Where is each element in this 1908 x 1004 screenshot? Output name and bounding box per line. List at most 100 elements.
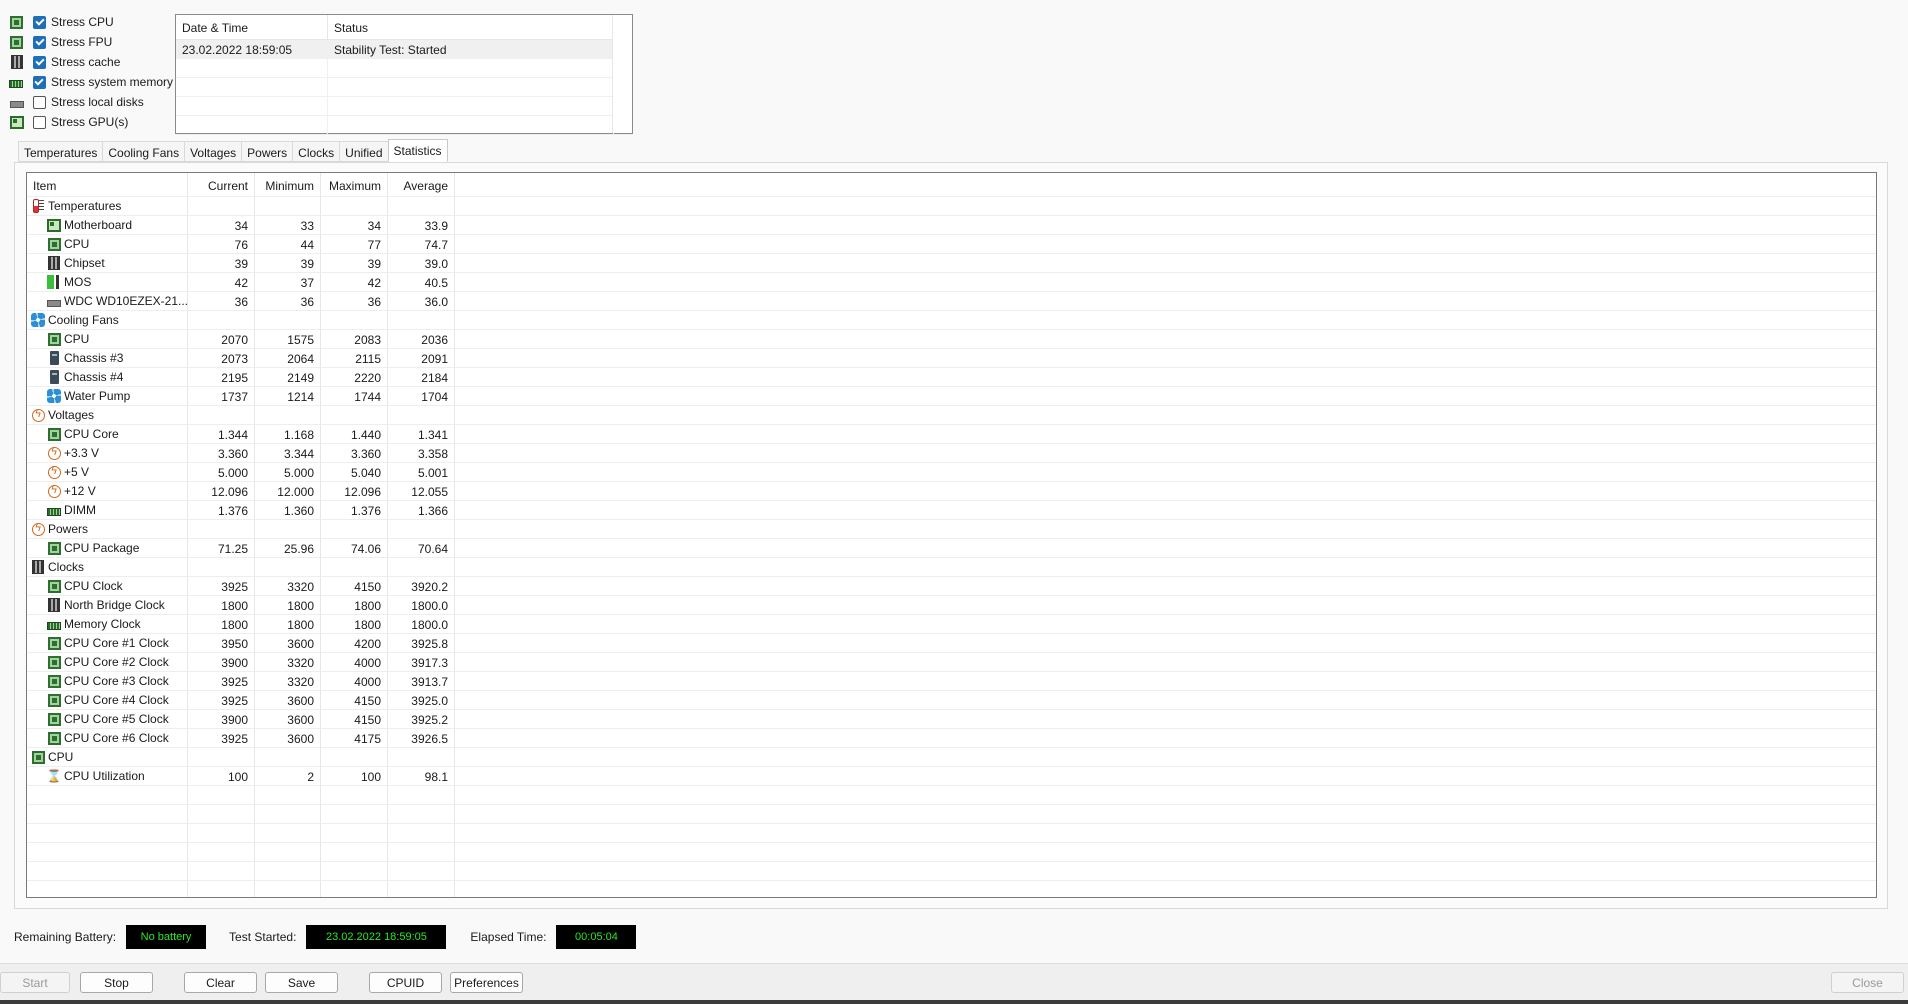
stats-item-cell: DIMM: [27, 501, 188, 519]
stats-row[interactable]: CPU Package 71.25 25.96 74.06 70.64: [27, 539, 1876, 558]
save-button[interactable]: Save: [265, 972, 338, 993]
stats-group-row[interactable]: CPU: [27, 748, 1876, 767]
header-current[interactable]: Current: [188, 173, 255, 196]
tab-voltages[interactable]: Voltages: [184, 141, 242, 162]
tab-statistics[interactable]: Statistics: [387, 139, 448, 162]
event-log: Date & Time Status 23.02.2022 18:59:05 St…: [175, 14, 633, 135]
stress-option[interactable]: Stress GPU(s): [8, 112, 173, 132]
stats-filler-cell: [455, 786, 1876, 804]
stats-row[interactable]: Memory Clock 1800 1800 1800 1800.0: [27, 615, 1876, 634]
log-row[interactable]: 23.02.2022 18:59:05 Stability Test: Start…: [176, 40, 632, 59]
stats-row[interactable]: CPU Core #4 Clock 3925 3600 4150 3925.0: [27, 691, 1876, 710]
tab-powers[interactable]: Powers: [241, 141, 293, 162]
stress-checkbox[interactable]: [33, 15, 46, 29]
stats-cur-cell: 12.096: [188, 482, 255, 500]
stats-row[interactable]: CPU 76 44 77 74.7: [27, 235, 1876, 254]
start-button[interactable]: Start: [0, 972, 70, 993]
stats-row[interactable]: CPU Core #3 Clock 3925 3320 4000 3913.7: [27, 672, 1876, 691]
cpu-icon: [47, 332, 61, 346]
stress-checkbox[interactable]: [33, 55, 46, 69]
stats-row[interactable]: Chipset 39 39 39 39.0: [27, 254, 1876, 273]
stats-group-row[interactable]: Powers: [27, 520, 1876, 539]
stats-min-cell: [255, 558, 321, 576]
stress-checkbox[interactable]: [33, 95, 46, 109]
stats-row[interactable]: CPU Core #1 Clock 3950 3600 4200 3925.8: [27, 634, 1876, 653]
stats-cur-cell: [188, 843, 255, 861]
stats-cur-cell: [188, 881, 255, 897]
stats-group-row[interactable]: Temperatures: [27, 197, 1876, 216]
header-minimum[interactable]: Minimum: [255, 173, 321, 196]
log-header-status[interactable]: Status: [328, 15, 614, 39]
stats-item-label: CPU Core: [64, 427, 119, 441]
stats-group-row[interactable]: Cooling Fans: [27, 311, 1876, 330]
log-row[interactable]: [176, 59, 632, 78]
stress-option[interactable]: Stress local disks: [8, 92, 173, 112]
stats-group-row[interactable]: Clocks: [27, 558, 1876, 577]
stats-max-cell: 4150: [321, 577, 388, 595]
stats-row[interactable]: Motherboard 34 33 34 33.9: [27, 216, 1876, 235]
stats-row[interactable]: ⌛ CPU Utilization 100 2 100 98.1: [27, 767, 1876, 786]
log-row[interactable]: [176, 97, 632, 116]
stats-filler-cell: [455, 368, 1876, 386]
stats-max-cell: 5.040: [321, 463, 388, 481]
stress-option[interactable]: Stress system memory: [8, 72, 173, 92]
stats-filler-cell: [455, 596, 1876, 614]
stats-cur-cell: 3900: [188, 653, 255, 671]
stats-filler-cell: [455, 577, 1876, 595]
stress-label: Stress GPU(s): [51, 115, 129, 129]
stats-row[interactable]: WDC WD10EZEX-21... 36 36 36 36.0: [27, 292, 1876, 311]
stats-row[interactable]: CPU Core #6 Clock 3925 3600 4175 3926.5: [27, 729, 1876, 748]
stress-option[interactable]: Stress CPU: [8, 12, 173, 32]
log-row[interactable]: [176, 78, 632, 97]
stats-avg-cell: [388, 786, 455, 804]
tab-cooling-fans[interactable]: Cooling Fans: [102, 141, 185, 162]
stress-checkbox[interactable]: [33, 115, 46, 129]
stress-option[interactable]: Stress FPU: [8, 32, 173, 52]
stats-cur-cell: 1800: [188, 615, 255, 633]
log-header-date[interactable]: Date & Time: [176, 15, 328, 39]
close-button[interactable]: Close: [1831, 972, 1904, 993]
stats-row[interactable]: +3.3 V3.3603.3443.3603.358: [27, 444, 1876, 463]
log-row[interactable]: [176, 116, 632, 135]
header-average[interactable]: Average: [388, 173, 455, 196]
stats-min-cell: 33: [255, 216, 321, 234]
stats-row[interactable]: Chassis #3 2073 2064 2115 2091: [27, 349, 1876, 368]
stats-row[interactable]: Chassis #4 2195 2149 2220 2184: [27, 368, 1876, 387]
cpuid-button[interactable]: CPUID: [369, 972, 442, 993]
stop-button[interactable]: Stop: [80, 972, 153, 993]
stats-item-cell: CPU: [27, 330, 188, 348]
clear-button[interactable]: Clear: [184, 972, 257, 993]
stress-checkbox[interactable]: [33, 35, 46, 49]
stats-row[interactable]: CPU Core #2 Clock 3900 3320 4000 3917.3: [27, 653, 1876, 672]
stats-min-cell: 3600: [255, 710, 321, 728]
stress-checkbox[interactable]: [32, 75, 46, 89]
tab-temperatures[interactable]: Temperatures: [18, 141, 103, 162]
tab-clocks[interactable]: Clocks: [292, 141, 340, 162]
log-scrollbar[interactable]: [612, 15, 632, 133]
cpu-icon: [47, 541, 61, 555]
stats-avg-cell: 1.341: [388, 425, 455, 443]
stats-row[interactable]: +12 V12.09612.00012.09612.055: [27, 482, 1876, 501]
stats-row[interactable]: CPU Core 1.344 1.168 1.440 1.341: [27, 425, 1876, 444]
fan-icon: [31, 313, 45, 327]
stats-filler-cell: [455, 729, 1876, 747]
stats-group-row[interactable]: Voltages: [27, 406, 1876, 425]
stats-cur-cell: [188, 311, 255, 329]
stats-row[interactable]: CPU Clock 3925 3320 4150 3920.2: [27, 577, 1876, 596]
stats-min-cell: 1.360: [255, 501, 321, 519]
stats-avg-cell: [388, 748, 455, 766]
stats-max-cell: 77: [321, 235, 388, 253]
stress-option[interactable]: Stress cache: [8, 52, 173, 72]
preferences-button[interactable]: Preferences: [450, 972, 523, 993]
stats-row[interactable]: CPU Core #5 Clock 3900 3600 4150 3925.2: [27, 710, 1876, 729]
stats-row[interactable]: MOS 42 37 42 40.5: [27, 273, 1876, 292]
header-item[interactable]: Item: [27, 173, 188, 196]
stats-row[interactable]: DIMM 1.376 1.360 1.376 1.366: [27, 501, 1876, 520]
stats-row[interactable]: Water Pump 1737 1214 1744 1704: [27, 387, 1876, 406]
stats-row[interactable]: CPU 2070 1575 2083 2036: [27, 330, 1876, 349]
header-maximum[interactable]: Maximum: [321, 173, 388, 196]
stats-row[interactable]: North Bridge Clock 1800 1800 1800 1800.0: [27, 596, 1876, 615]
tab-unified[interactable]: Unified: [339, 141, 388, 162]
stats-min-cell: 3320: [255, 577, 321, 595]
stats-row[interactable]: +5 V5.0005.0005.0405.001: [27, 463, 1876, 482]
